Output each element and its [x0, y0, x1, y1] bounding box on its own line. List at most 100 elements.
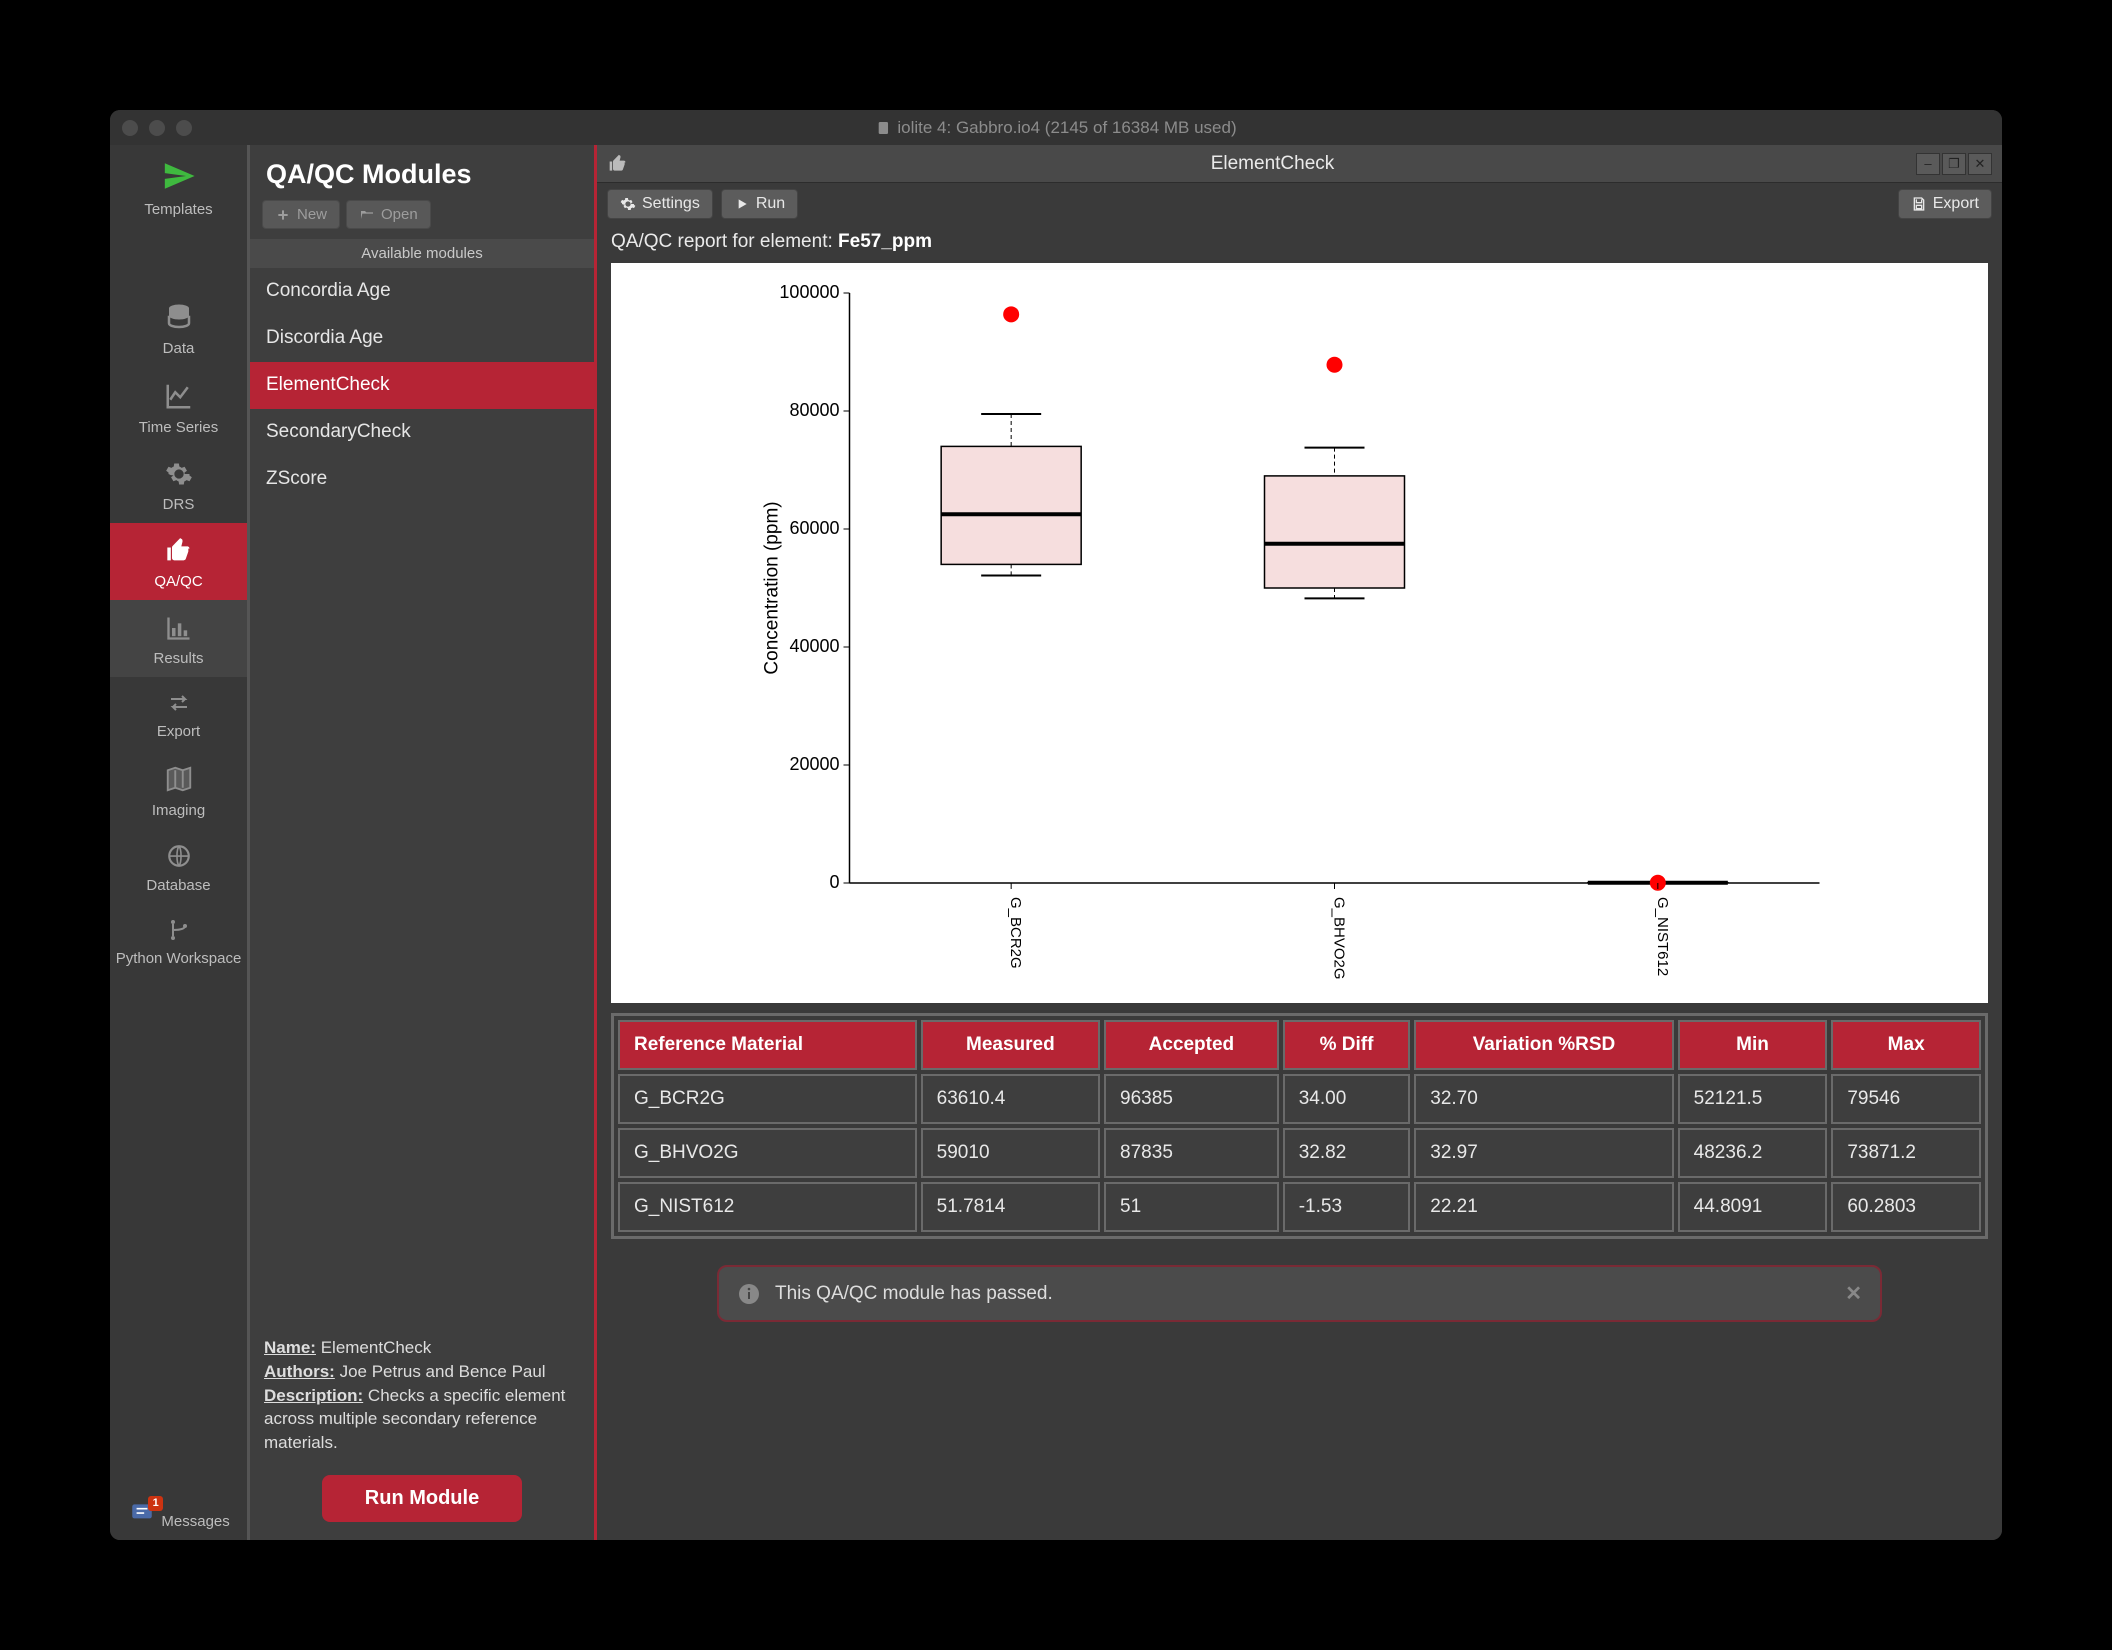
status-toast: This QA/QC module has passed. ✕	[717, 1265, 1882, 1322]
table-cell: 51	[1104, 1182, 1279, 1232]
chart-area: 020000400006000080000100000Concentration…	[611, 263, 1988, 1003]
svg-text:Concentration (ppm): Concentration (ppm)	[762, 501, 783, 674]
pane-maximize-button[interactable]: ❐	[1942, 153, 1966, 175]
folder-open-icon	[359, 207, 375, 223]
nav-export[interactable]: Export	[110, 677, 247, 750]
table-cell: 32.97	[1414, 1128, 1673, 1178]
nav-python[interactable]: Python Workspace	[110, 904, 247, 977]
run-module-button[interactable]: Run Module	[322, 1475, 522, 1522]
table-cell: 22.21	[1414, 1182, 1673, 1232]
nav-qaqc[interactable]: QA/QC	[110, 523, 247, 600]
table-cell: 59010	[921, 1128, 1100, 1178]
table-cell: -1.53	[1283, 1182, 1411, 1232]
boxplot-chart: 020000400006000080000100000Concentration…	[611, 263, 1988, 1003]
nav-drs[interactable]: DRS	[110, 446, 247, 523]
nav-timeseries[interactable]: Time Series	[110, 367, 247, 446]
left-nav: Templates Data Time Series DRS QA/QC R	[110, 145, 250, 1540]
gear-icon	[165, 460, 193, 488]
nav-imaging[interactable]: Imaging	[110, 750, 247, 829]
table-cell: G_BHVO2G	[618, 1128, 917, 1178]
toast-text: This QA/QC module has passed.	[775, 1283, 1053, 1305]
table-cell: 96385	[1104, 1074, 1279, 1124]
thumbs-up-icon	[165, 537, 193, 565]
module-item[interactable]: Discordia Age	[250, 315, 594, 362]
save-icon	[1911, 196, 1927, 212]
report-title: QA/QC report for element: Fe57_ppm	[597, 225, 2002, 263]
svg-text:60000: 60000	[789, 518, 839, 538]
available-modules-label: Available modules	[250, 239, 594, 268]
close-dot[interactable]	[122, 120, 138, 136]
table-cell: 44.8091	[1678, 1182, 1828, 1232]
module-list: Concordia Age Discordia Age ElementCheck…	[250, 268, 594, 503]
paper-plane-icon	[162, 159, 196, 193]
table-cell: 32.70	[1414, 1074, 1673, 1124]
plus-icon	[275, 207, 291, 223]
module-item[interactable]: ZScore	[250, 456, 594, 503]
svg-text:20000: 20000	[789, 754, 839, 774]
branch-icon	[167, 918, 191, 942]
table-cell: 60.2803	[1831, 1182, 1981, 1232]
open-module-button[interactable]: Open	[346, 200, 431, 229]
table-cell: 87835	[1104, 1128, 1279, 1178]
thumbs-up-icon	[607, 153, 629, 175]
table-header: Accepted	[1104, 1020, 1279, 1070]
table-header: Measured	[921, 1020, 1100, 1070]
table-cell: 52121.5	[1678, 1074, 1828, 1124]
module-item[interactable]: Concordia Age	[250, 268, 594, 315]
run-button[interactable]: Run	[721, 189, 798, 219]
new-module-button[interactable]: New	[262, 200, 340, 229]
maximize-dot[interactable]	[176, 120, 192, 136]
titlebar: iolite 4: Gabbro.io4 (2145 of 16384 MB u…	[110, 110, 2002, 145]
modules-heading: QA/QC Modules	[250, 145, 594, 200]
svg-text:80000: 80000	[789, 400, 839, 420]
play-icon	[734, 196, 750, 212]
pane-header: ElementCheck – ❐ ✕	[597, 145, 2002, 183]
table-header: Reference Material	[618, 1020, 917, 1070]
table-cell: G_BCR2G	[618, 1074, 917, 1124]
modules-panel: QA/QC Modules New Open Available modules…	[250, 145, 597, 1540]
chart-line-icon	[164, 381, 194, 411]
table-cell: 79546	[1831, 1074, 1981, 1124]
main-area: ElementCheck – ❐ ✕ Settings Run	[597, 145, 2002, 1540]
globe-icon	[166, 843, 192, 869]
table-header: Max	[1831, 1020, 1981, 1070]
window-title: iolite 4: Gabbro.io4 (2145 of 16384 MB u…	[875, 118, 1236, 138]
module-item[interactable]: SecondaryCheck	[250, 409, 594, 456]
table-cell: 34.00	[1283, 1074, 1411, 1124]
results-table-wrap: Reference MaterialMeasuredAccepted% Diff…	[611, 1013, 1988, 1239]
nav-messages[interactable]: 1 Messages	[110, 1486, 247, 1540]
module-item-selected[interactable]: ElementCheck	[250, 362, 594, 409]
pane-window-controls: – ❐ ✕	[1916, 153, 1992, 175]
table-cell: 32.82	[1283, 1128, 1411, 1178]
info-icon	[737, 1282, 761, 1306]
transfer-icon	[165, 691, 193, 715]
svg-text:G_BCR2G: G_BCR2G	[1007, 897, 1024, 969]
svg-text:40000: 40000	[789, 636, 839, 656]
table-cell: 73871.2	[1831, 1128, 1981, 1178]
map-icon	[164, 764, 194, 794]
export-button[interactable]: Export	[1898, 189, 1992, 219]
nav-data[interactable]: Data	[110, 288, 247, 367]
results-table: Reference MaterialMeasuredAccepted% Diff…	[614, 1016, 1985, 1236]
svg-text:100000: 100000	[779, 282, 839, 302]
document-icon	[875, 120, 891, 136]
table-header: Variation %RSD	[1414, 1020, 1673, 1070]
table-cell: G_NIST612	[618, 1182, 917, 1232]
table-row: G_NIST61251.781451-1.5322.2144.809160.28…	[618, 1182, 1981, 1232]
table-header: Min	[1678, 1020, 1828, 1070]
nav-database[interactable]: Database	[110, 829, 247, 904]
pane-minimize-button[interactable]: –	[1916, 153, 1940, 175]
table-cell: 63610.4	[921, 1074, 1100, 1124]
table-cell: 51.7814	[921, 1182, 1100, 1232]
minimize-dot[interactable]	[149, 120, 165, 136]
app-window: iolite 4: Gabbro.io4 (2145 of 16384 MB u…	[110, 110, 2002, 1540]
settings-button[interactable]: Settings	[607, 189, 713, 219]
bar-chart-icon	[165, 614, 193, 642]
pane-title: ElementCheck	[1211, 153, 1335, 175]
nav-results[interactable]: Results	[110, 600, 247, 677]
nav-templates[interactable]: Templates	[110, 145, 247, 228]
svg-text:G_NIST612: G_NIST612	[1654, 897, 1671, 976]
table-cell: 48236.2	[1678, 1128, 1828, 1178]
pane-close-button[interactable]: ✕	[1968, 153, 1992, 175]
toast-close-button[interactable]: ✕	[1845, 1281, 1862, 1306]
